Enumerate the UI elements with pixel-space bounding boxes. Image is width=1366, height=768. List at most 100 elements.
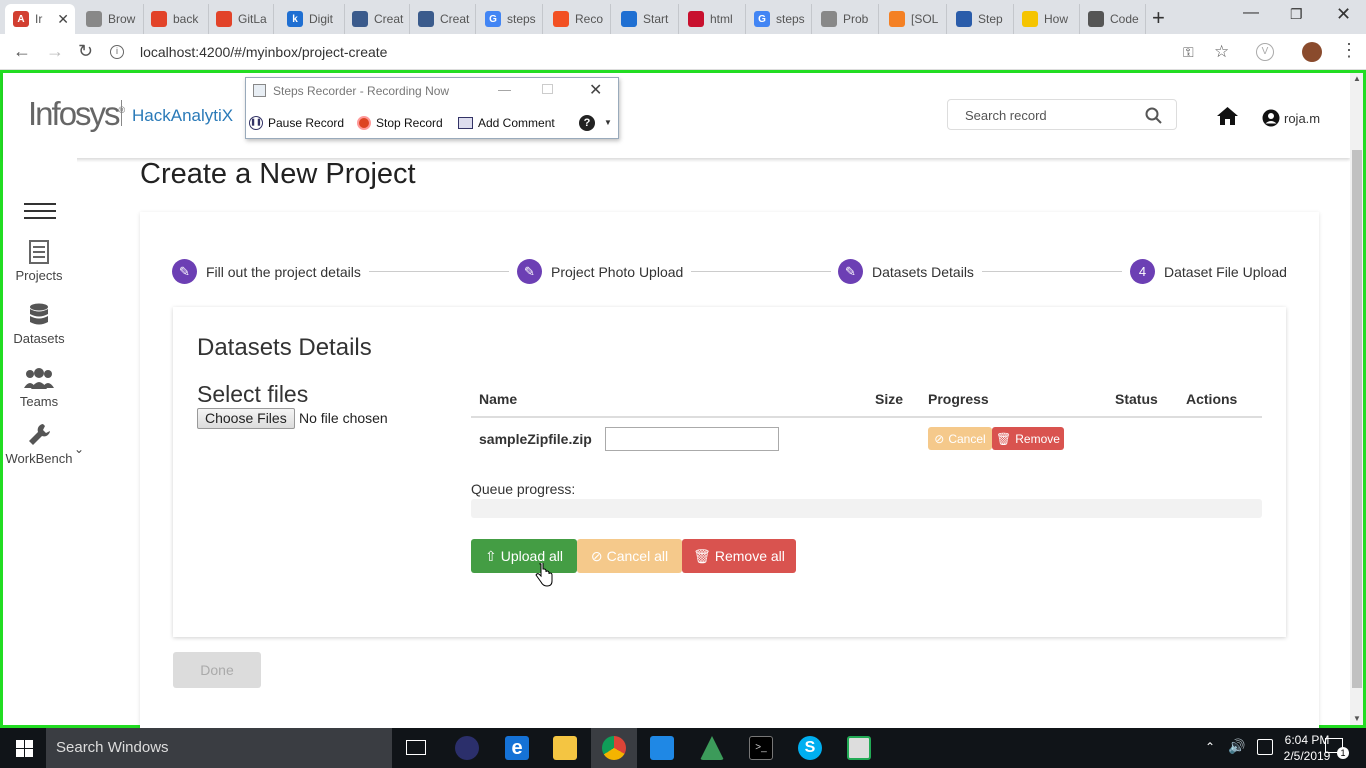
vscode-icon[interactable] bbox=[650, 736, 674, 760]
tab-label: html bbox=[710, 12, 733, 26]
choose-files-button[interactable]: Choose Files bbox=[197, 408, 295, 429]
scroll-up-arrow[interactable]: ▲ bbox=[1353, 74, 1361, 83]
extension-icon[interactable]: V bbox=[1256, 43, 1274, 61]
cancel-file-button[interactable]: ⊘ Cancel bbox=[928, 427, 992, 450]
tab-favicon-icon bbox=[418, 11, 434, 27]
edge-icon[interactable]: e bbox=[505, 736, 529, 760]
step-connector bbox=[982, 271, 1122, 272]
browser-tab[interactable]: Gsteps bbox=[477, 4, 543, 34]
remove-file-button[interactable]: 🗑 Remove bbox=[992, 427, 1064, 450]
browser-tab[interactable]: GitLa bbox=[208, 4, 274, 34]
windows-start-icon[interactable] bbox=[16, 740, 33, 757]
key-icon[interactable]: ⚿ bbox=[1183, 44, 1194, 61]
step-datasets-details[interactable]: ✎ Datasets Details bbox=[838, 259, 974, 284]
browser-tab[interactable]: back bbox=[143, 4, 209, 34]
browser-tab[interactable]: html bbox=[680, 4, 746, 34]
browser-tab[interactable]: Start bbox=[613, 4, 679, 34]
terminal-icon[interactable]: >_ bbox=[749, 736, 773, 760]
task-view-icon[interactable] bbox=[406, 740, 426, 755]
search-icon[interactable] bbox=[1145, 107, 1162, 124]
chevron-down-icon[interactable]: ⌄ bbox=[74, 442, 84, 456]
pause-record-button[interactable]: ❚❚ Pause Record bbox=[249, 116, 344, 130]
upload-all-button[interactable]: ⇧ Upload all bbox=[471, 539, 577, 573]
menu-dots-icon[interactable]: ⋮ bbox=[1340, 40, 1358, 61]
close-icon[interactable]: ✕ bbox=[1336, 4, 1351, 25]
sidebar-item-workbench[interactable]: WorkBench bbox=[2, 423, 76, 466]
sidebar-item-projects[interactable]: Projects bbox=[2, 240, 76, 283]
tab-label: Code bbox=[1110, 12, 1139, 26]
browser-tab[interactable]: [SOL bbox=[881, 4, 947, 34]
tray-chevron-up-icon[interactable]: ⌃ bbox=[1205, 740, 1215, 754]
browser-tab[interactable]: A Ir ✕ bbox=[5, 4, 75, 34]
browser-tab[interactable]: k Digit bbox=[279, 4, 345, 34]
back-arrow-icon[interactable]: ← bbox=[13, 41, 31, 62]
keyboard-icon[interactable] bbox=[1257, 739, 1273, 755]
chrome-icon[interactable] bbox=[602, 736, 626, 760]
minimize-icon[interactable]: — bbox=[1243, 4, 1259, 22]
cancel-all-button[interactable]: ⊘ Cancel all bbox=[577, 539, 682, 573]
sidebar-item-teams[interactable]: Teams bbox=[2, 368, 76, 409]
hamburger-menu-icon[interactable] bbox=[24, 203, 56, 219]
search-input[interactable]: Search record bbox=[947, 99, 1177, 130]
column-header-name: Name bbox=[479, 391, 518, 407]
step-number: 4 bbox=[1130, 259, 1155, 284]
add-comment-button[interactable]: Add Comment bbox=[458, 116, 555, 130]
volume-icon[interactable]: 🔊 bbox=[1228, 738, 1245, 755]
tab-label: How bbox=[1044, 12, 1069, 26]
url-field[interactable]: i localhost:4200/#/myinbox/project-creat… bbox=[110, 38, 1244, 66]
profile-avatar[interactable] bbox=[1302, 42, 1322, 62]
help-icon[interactable]: ? bbox=[579, 115, 595, 131]
tab-favicon-icon bbox=[889, 11, 905, 27]
recorder-minimize-icon[interactable]: — bbox=[498, 82, 511, 97]
forward-arrow-icon[interactable]: → bbox=[46, 41, 64, 62]
done-button[interactable]: Done bbox=[173, 652, 261, 688]
tab-favicon-icon bbox=[956, 11, 972, 27]
file-explorer-icon[interactable] bbox=[553, 736, 577, 760]
tab-favicon-icon bbox=[352, 11, 368, 27]
tab-label: Step bbox=[978, 12, 1003, 26]
stop-icon bbox=[357, 116, 371, 130]
info-icon: i bbox=[110, 45, 124, 59]
step-photo-upload[interactable]: ✎ Project Photo Upload bbox=[517, 259, 683, 284]
tab-favicon-icon bbox=[86, 11, 102, 27]
steps-recorder-taskbar-icon[interactable] bbox=[847, 736, 871, 760]
remove-all-button[interactable]: 🗑 Remove all bbox=[682, 539, 796, 573]
new-tab-button[interactable]: + bbox=[1152, 5, 1165, 31]
scrollbar-thumb[interactable] bbox=[1352, 150, 1362, 688]
tab-favicon-icon bbox=[216, 11, 232, 27]
scroll-down-arrow[interactable]: ▼ bbox=[1353, 714, 1361, 723]
tab-label: steps bbox=[507, 12, 536, 26]
help-dropdown-icon[interactable]: ▼ bbox=[604, 118, 612, 127]
browser-tab[interactable]: Step bbox=[948, 4, 1014, 34]
restore-icon[interactable]: ❐ bbox=[1290, 6, 1303, 23]
recorder-title: Steps Recorder - Recording Now bbox=[273, 84, 450, 98]
tab-label: [SOL bbox=[911, 12, 939, 26]
bookmark-star-icon[interactable]: ☆ bbox=[1214, 42, 1229, 62]
upload-icon: ⇧ bbox=[485, 547, 497, 564]
skype-icon[interactable]: S bbox=[798, 736, 822, 760]
browser-tab[interactable]: Prob bbox=[813, 4, 879, 34]
eclipse-icon[interactable] bbox=[455, 736, 479, 760]
home-icon[interactable] bbox=[1216, 106, 1239, 126]
recorder-close-icon[interactable]: ✕ bbox=[589, 80, 602, 100]
browser-tab[interactable]: Brow bbox=[78, 4, 144, 34]
step-file-upload[interactable]: 4 Dataset File Upload bbox=[1130, 259, 1287, 284]
browser-tab[interactable]: Creat bbox=[410, 4, 476, 34]
tab-favicon-icon: G bbox=[485, 11, 501, 27]
browser-tab[interactable]: Reco bbox=[545, 4, 611, 34]
pause-icon: ❚❚ bbox=[249, 116, 263, 130]
stop-record-button[interactable]: Stop Record bbox=[357, 116, 443, 130]
step-project-details[interactable]: ✎ Fill out the project details bbox=[172, 259, 361, 284]
tab-close-icon[interactable]: ✕ bbox=[57, 11, 69, 28]
user-menu[interactable]: roja.m bbox=[1262, 109, 1320, 127]
sidebar-item-datasets[interactable]: Datasets bbox=[2, 303, 76, 346]
taskbar-search[interactable]: Search Windows bbox=[46, 728, 392, 768]
reload-icon[interactable]: ↻ bbox=[78, 41, 93, 62]
browser-tab[interactable]: How bbox=[1014, 4, 1080, 34]
tab-favicon-icon: A bbox=[13, 11, 29, 27]
browser-tab[interactable]: Creat bbox=[344, 4, 410, 34]
column-header-progress: Progress bbox=[928, 391, 989, 407]
browser-tab[interactable]: Gsteps bbox=[746, 4, 812, 34]
pencil-icon: ✎ bbox=[517, 259, 542, 284]
browser-tab[interactable]: Code bbox=[1080, 4, 1146, 34]
